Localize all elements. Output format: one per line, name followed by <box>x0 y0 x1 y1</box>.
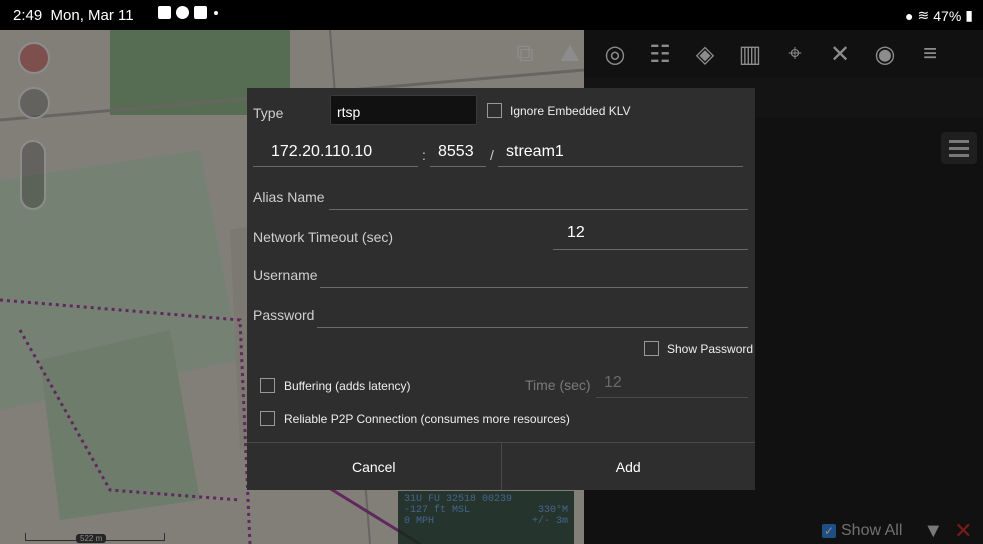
username-label: Username <box>253 267 318 283</box>
alias-label: Alias Name <box>253 189 325 205</box>
p2p-checkbox[interactable] <box>260 411 275 426</box>
colon-separator: : <box>422 147 426 163</box>
time-field[interactable]: 12 <box>596 374 748 398</box>
ignore-klv-label: Ignore Embedded KLV <box>510 104 631 118</box>
notification-icons <box>158 6 218 19</box>
slash-separator: / <box>490 147 494 163</box>
password-label: Password <box>253 307 315 323</box>
port-field[interactable]: 8553 <box>430 143 486 167</box>
password-field[interactable] <box>317 303 748 328</box>
dialog-buttons: Cancel Add <box>247 442 755 490</box>
timeout-field[interactable]: 12 <box>553 224 748 250</box>
add-button[interactable]: Add <box>502 443 756 490</box>
battery-icon: ▮ <box>965 7 973 23</box>
time-label: Time (sec) <box>525 377 591 393</box>
type-select[interactable]: rtsp <box>330 95 477 125</box>
show-password-label: Show Password <box>667 342 754 356</box>
add-video-dialog: Type rtsp Ignore Embedded KLV 172.20.110… <box>247 88 755 490</box>
buffering-checkbox[interactable] <box>260 378 275 393</box>
ignore-klv-checkbox[interactable] <box>487 103 502 118</box>
status-time: 2:49 Mon, Mar 11 <box>13 7 134 24</box>
status-right: ● ≋ 47% ▮ <box>905 7 973 24</box>
host-field[interactable]: 172.20.110.10 <box>253 143 418 167</box>
location-icon: ● <box>905 7 914 24</box>
status-bar: 2:49 Mon, Mar 11 ● ≋ 47% ▮ <box>0 0 983 30</box>
type-label: Type <box>253 105 284 121</box>
more-dot-icon <box>214 10 218 15</box>
check-icon <box>194 6 207 19</box>
gallery-icon <box>158 6 171 19</box>
buffering-label: Buffering (adds latency) <box>284 379 411 393</box>
path-field[interactable]: stream1 <box>498 143 743 167</box>
wifi-icon: ≋ <box>917 7 930 23</box>
settings-icon <box>176 6 189 19</box>
show-password-checkbox[interactable] <box>644 341 659 356</box>
alias-field[interactable] <box>329 186 748 210</box>
username-field[interactable] <box>320 264 748 288</box>
p2p-label: Reliable P2P Connection (consumes more r… <box>284 412 570 426</box>
cancel-button[interactable]: Cancel <box>247 443 502 490</box>
timeout-label: Network Timeout (sec) <box>253 229 394 245</box>
battery-level: 47% <box>933 7 962 24</box>
